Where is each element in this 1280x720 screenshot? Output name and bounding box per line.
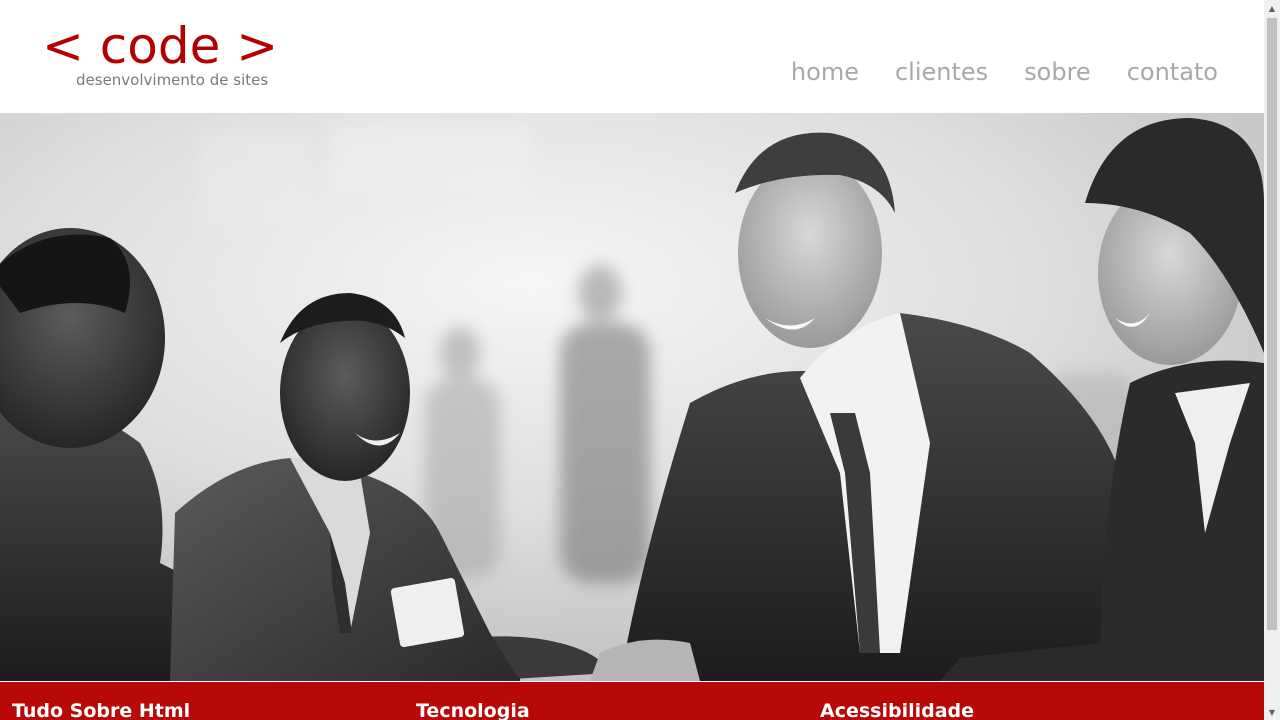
- scroll-down-arrow-icon[interactable]: ▼: [1264, 704, 1280, 720]
- hero-banner: [0, 113, 1264, 681]
- logo-wordmark: < code >: [42, 17, 279, 75]
- main-nav: home clientes sobre contato: [791, 56, 1218, 88]
- vertical-scrollbar[interactable]: ▲ ▼: [1264, 0, 1280, 720]
- topics-bar: Tudo Sobre Html Tecnologia Acessibilidad…: [0, 682, 1264, 720]
- nav-item-clientes[interactable]: clientes: [895, 56, 988, 88]
- hero-photo: [0, 113, 1264, 681]
- logo-tagline: desenvolvimento de sites: [76, 71, 269, 89]
- scroll-up-arrow-icon[interactable]: ▲: [1264, 0, 1280, 16]
- site-header: < code > desenvolvimento de sites home c…: [0, 0, 1264, 113]
- scroll-thumb[interactable]: [1267, 18, 1277, 630]
- site-logo[interactable]: < code > desenvolvimento de sites: [42, 14, 278, 94]
- topic-tudo-sobre-html[interactable]: Tudo Sobre Html: [12, 698, 190, 720]
- nav-item-sobre[interactable]: sobre: [1024, 56, 1091, 88]
- topic-acessibilidade[interactable]: Acessibilidade: [820, 698, 974, 720]
- topic-tecnologia[interactable]: Tecnologia: [416, 698, 530, 720]
- nav-item-home[interactable]: home: [791, 56, 859, 88]
- page: < code > desenvolvimento de sites home c…: [0, 0, 1264, 720]
- nav-item-contato[interactable]: contato: [1127, 56, 1218, 88]
